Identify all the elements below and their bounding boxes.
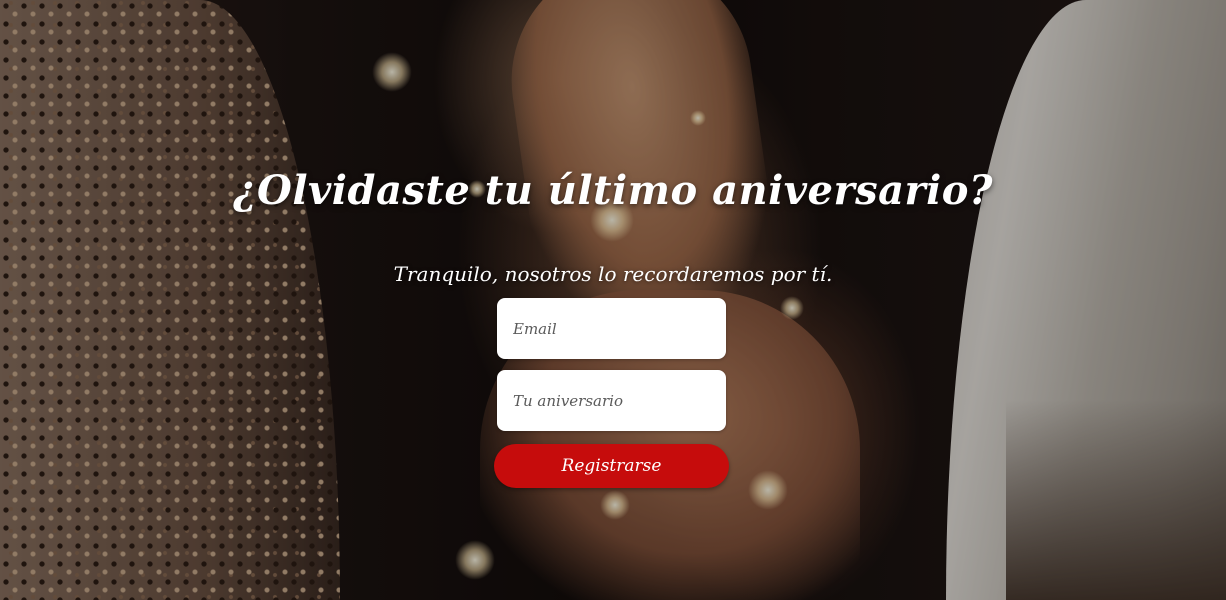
anniversary-input[interactable] bbox=[497, 370, 726, 431]
email-input[interactable] bbox=[497, 298, 726, 359]
hero-title: ¿Olvidaste tu último aniversario? bbox=[233, 166, 993, 214]
hero-section: ¿Olvidaste tu último aniversario? Tranqu… bbox=[0, 0, 1226, 600]
register-button[interactable]: Registrarse bbox=[494, 444, 729, 488]
signup-form: Registrarse bbox=[494, 298, 730, 488]
hero-subtitle: Tranquilo, nosotros lo recordaremos por … bbox=[393, 262, 833, 286]
